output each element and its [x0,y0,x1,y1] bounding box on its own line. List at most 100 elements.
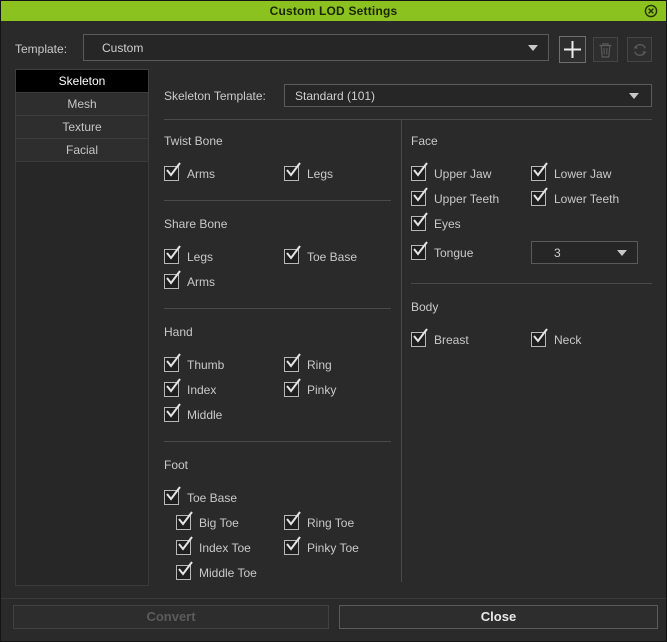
check-icon [165,353,181,369]
skeleton-template-select[interactable]: Standard (101) [284,84,652,107]
pinky-checkbox[interactable] [284,382,299,397]
legs-checkbox[interactable] [164,249,179,264]
template-select[interactable]: Custom [83,34,549,61]
section-title-hand: Hand [164,325,391,339]
checkbox-label: Upper Jaw [434,167,491,181]
middle-checkbox[interactable] [164,407,179,422]
close-icon[interactable] [644,4,658,18]
upper-jaw-checkbox[interactable] [411,166,426,181]
checkbox-label: Pinky Toe [307,541,359,555]
checkbox-label: Lower Teeth [554,192,619,206]
check-grid: BreastNeck [411,332,652,347]
checkbox-label: Toe Base [307,250,357,264]
check-icon [285,378,301,394]
check-icon [532,162,548,178]
check-icon [412,162,428,178]
template-label: Template: [15,42,67,56]
check-grid: Toe Base Big ToeRing ToeIndex Toe Pinky To… [164,490,391,580]
section-divider [164,441,391,442]
checkbox-label: Lower Jaw [554,167,611,181]
section-title-twist-bone: Twist Bone [164,134,391,148]
custom-lod-settings-dialog: Custom LOD Settings Template: Custom [0,0,667,642]
check-item-index-toe: Index Toe [176,540,284,555]
checkbox-label: Ring [307,358,332,372]
eyes-checkbox[interactable] [411,216,426,231]
check-item-index: Index [164,382,284,397]
convert-button[interactable]: Convert [13,605,329,629]
lower-jaw-checkbox[interactable] [531,166,546,181]
toe-base-checkbox[interactable] [284,249,299,264]
ring-toe-checkbox[interactable] [284,515,299,530]
index-toe-checkbox[interactable] [176,540,191,555]
reload-template-button[interactable] [627,37,652,62]
check-icon [285,536,301,552]
lower-teeth-checkbox[interactable] [531,191,546,206]
check-icon [285,245,301,261]
bone-options: Twist BoneArmsLegsShare BoneLegsToe Base… [151,120,667,582]
checkbox-label: Tongue [434,246,473,260]
chevron-down-icon [617,250,627,256]
checkbox-label: Legs [307,167,333,181]
middle-toe-checkbox[interactable] [176,565,191,580]
pinky-toe-checkbox[interactable] [284,540,299,555]
check-item-legs: Legs [284,166,391,181]
check-item-ring-toe: Ring Toe [284,515,391,530]
check-icon [412,187,428,203]
upper-teeth-checkbox[interactable] [411,191,426,206]
template-select-value: Custom [102,41,520,55]
check-icon [285,162,301,178]
checkbox-label: Neck [554,333,581,347]
check-item-legs: Legs [164,249,284,264]
checkbox-label: Thumb [187,358,224,372]
sidebar-tab-facial[interactable]: Facial [15,138,149,162]
divider [1,598,666,599]
tongue-checkbox[interactable] [411,245,426,260]
skeleton-template-label: Skeleton Template: [164,89,284,103]
close-button[interactable]: Close [339,605,658,629]
sidebar-tab-mesh[interactable]: Mesh [15,92,149,116]
sidebar-tabs: SkeletonMeshTextureFacial [15,69,149,162]
arms-checkbox[interactable] [164,274,179,289]
check-item-toe-base: Toe Base [164,490,284,505]
toe-base-checkbox[interactable] [164,490,179,505]
check-icon [412,212,428,228]
sidebar-tab-skeleton[interactable]: Skeleton [15,69,149,93]
section-title-foot: Foot [164,458,391,472]
check-item-arms: Arms [164,274,284,289]
arms-checkbox[interactable] [164,166,179,181]
check-grid: Upper Jaw Lower Jaw Upper Teeth Lower Teeth… [411,166,652,264]
check-item-big-toe: Big Toe [176,515,284,530]
breast-checkbox[interactable] [411,332,426,347]
section-title-body: Body [411,300,652,314]
chevron-down-icon [528,45,538,51]
check-icon [412,241,428,257]
refresh-icon [632,42,648,58]
check-item-upper-teeth: Upper Teeth [411,191,531,206]
neck-checkbox[interactable] [531,332,546,347]
check-icon [412,328,428,344]
add-template-button[interactable] [559,36,586,63]
legs-checkbox[interactable] [284,166,299,181]
check-icon [285,511,301,527]
index-checkbox[interactable] [164,382,179,397]
sidebar-tab-texture[interactable]: Texture [15,115,149,139]
checkbox-label: Index [187,383,216,397]
bones-right-column: FaceUpper JawLower JawUpper TeethLower T… [401,120,667,582]
chevron-down-icon [629,93,639,99]
check-icon [165,162,181,178]
check-item-toe-base: Toe Base [284,249,391,264]
thumb-checkbox[interactable] [164,357,179,372]
delete-template-button[interactable] [593,37,618,62]
check-item-pinky-toe: Pinky Toe [284,540,391,555]
section-divider [164,308,391,309]
tongue-level-select[interactable]: 3 [531,241,638,264]
titlebar: Custom LOD Settings [1,1,666,21]
check-grid: ThumbRingIndexPinkyMiddle [164,357,391,422]
big-toe-checkbox[interactable] [176,515,191,530]
check-icon [177,536,193,552]
check-item-ring: Ring [284,357,391,372]
plus-icon [563,40,582,59]
check-icon [177,511,193,527]
ring-checkbox[interactable] [284,357,299,372]
checkbox-label: Arms [187,275,215,289]
